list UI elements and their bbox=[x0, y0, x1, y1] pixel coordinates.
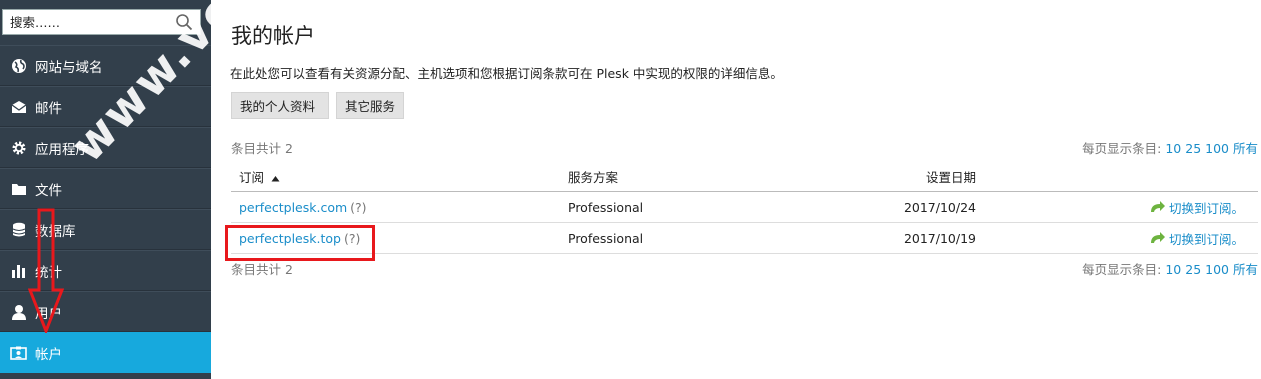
items-per-page: 每页显示条目: 10 25 100 所有 bbox=[1082, 138, 1258, 157]
sort-ascending-icon bbox=[271, 176, 280, 182]
down-arrow-annotation bbox=[28, 208, 64, 333]
items-total-bottom: 条目共计 2 bbox=[231, 262, 293, 277]
column-header-subscription[interactable]: 订阅 bbox=[231, 167, 568, 186]
globe-icon bbox=[10, 57, 27, 74]
page-description: 在此处您可以查看有关资源分配、主机选项和您根据订阅条款可在 Plesk 中实现的… bbox=[230, 66, 783, 81]
table-header: 订阅 服务方案 设置日期 bbox=[231, 162, 1258, 192]
per-page-all[interactable]: 所有 bbox=[1233, 262, 1258, 277]
subscriptions-table: 订阅 服务方案 设置日期 perfectplesk.com (?) Profess… bbox=[231, 162, 1258, 254]
sidebar-item-websites-domains[interactable]: 网站与域名 bbox=[0, 45, 211, 86]
sidebar-item-files[interactable]: 文件 bbox=[0, 168, 211, 209]
per-page-label: 每页显示条目: bbox=[1082, 141, 1162, 156]
sidebar-item-label: 应用程序 bbox=[35, 141, 89, 158]
date-cell: 2017/10/24 bbox=[903, 199, 976, 215]
folder-icon bbox=[10, 180, 27, 197]
per-page-10[interactable]: 10 bbox=[1165, 141, 1181, 156]
page-title: 我的帐户 bbox=[231, 24, 315, 48]
switch-to-subscription-link[interactable]: 切换到订阅。 bbox=[1150, 229, 1244, 248]
sidebar-item-applications[interactable]: 应用程序 bbox=[0, 127, 211, 168]
other-services-button[interactable]: 其它服务 bbox=[336, 92, 404, 119]
user-icon bbox=[10, 303, 27, 320]
search-icon[interactable] bbox=[175, 13, 193, 31]
id-card-icon bbox=[10, 344, 27, 361]
per-page-100[interactable]: 100 bbox=[1205, 141, 1229, 156]
main-content: 我的帐户 在此处您可以查看有关资源分配、主机选项和您根据订阅条款可在 Plesk… bbox=[211, 0, 1261, 379]
column-header-date[interactable]: 设置日期 bbox=[818, 167, 976, 186]
per-page-10[interactable]: 10 bbox=[1165, 262, 1181, 277]
sidebar-item-label: 网站与域名 bbox=[35, 59, 103, 76]
sidebar-item-mail[interactable]: 邮件 bbox=[0, 86, 211, 127]
items-total: 条目共计 2 bbox=[231, 141, 293, 156]
subscription-link[interactable]: perfectplesk.com bbox=[239, 200, 347, 215]
highlight-box bbox=[225, 225, 375, 261]
plan-cell: Professional bbox=[568, 230, 644, 246]
switch-label: 切换到订阅。 bbox=[1168, 231, 1244, 247]
switch-to-subscription-link[interactable]: 切换到订阅。 bbox=[1150, 198, 1244, 217]
sidebar-item-label: 帐户 bbox=[35, 346, 62, 363]
envelope-icon bbox=[10, 98, 27, 115]
per-page-all[interactable]: 所有 bbox=[1233, 141, 1258, 156]
switch-label: 切换到订阅。 bbox=[1168, 200, 1244, 216]
column-header-label: 订阅 bbox=[239, 170, 265, 185]
sidebar-item-label: 文件 bbox=[35, 182, 62, 199]
switch-arrow-icon bbox=[1150, 201, 1165, 212]
database-icon bbox=[10, 221, 27, 238]
items-per-page-bottom: 每页显示条目: 10 25 100 所有 bbox=[1082, 259, 1258, 278]
switch-arrow-icon bbox=[1150, 232, 1165, 243]
gear-icon bbox=[10, 139, 27, 156]
search-input[interactable] bbox=[3, 11, 171, 33]
table-row: perfectplesk.com (?) Professional 2017/10… bbox=[231, 192, 1258, 223]
per-page-25[interactable]: 25 bbox=[1185, 141, 1201, 156]
plan-cell: Professional bbox=[568, 199, 644, 215]
sidebar-item-label: 邮件 bbox=[35, 100, 62, 117]
per-page-25[interactable]: 25 bbox=[1185, 262, 1201, 277]
bar-chart-icon bbox=[10, 262, 27, 279]
column-header-plan[interactable]: 服务方案 bbox=[568, 167, 818, 186]
per-page-label: 每页显示条目: bbox=[1082, 262, 1162, 277]
my-profile-button[interactable]: 我的个人资料 bbox=[231, 92, 329, 119]
help-link[interactable]: (?) bbox=[350, 200, 366, 215]
sidebar-item-account[interactable]: 帐户 bbox=[0, 332, 211, 373]
date-cell: 2017/10/19 bbox=[903, 230, 976, 246]
search-box[interactable] bbox=[2, 9, 201, 35]
per-page-100[interactable]: 100 bbox=[1205, 262, 1229, 277]
table-row: perfectplesk.top (?) Professional 2017/10… bbox=[231, 223, 1258, 254]
